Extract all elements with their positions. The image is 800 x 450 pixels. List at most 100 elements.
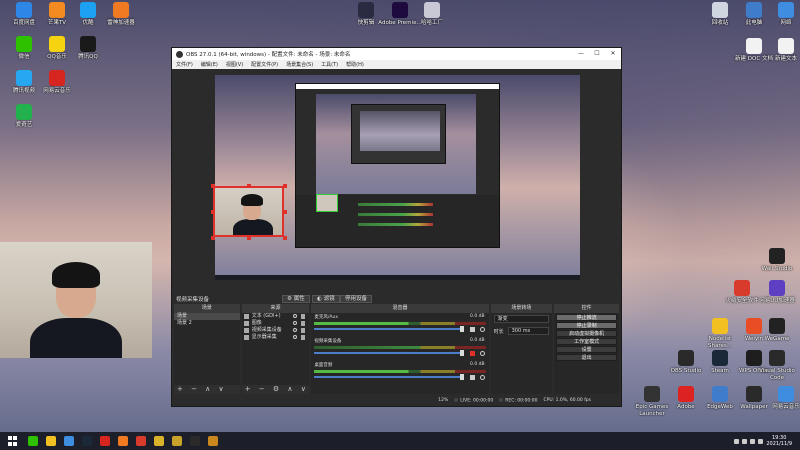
desktop-icon[interactable]: 网易云音乐 xyxy=(35,70,79,95)
selected-source-label: 视频采集设备 xyxy=(176,296,210,303)
eye-icon[interactable] xyxy=(293,321,298,325)
stop-streaming-button[interactable]: 停止推流 xyxy=(556,314,617,321)
desktop-icon[interactable]: Visual Studio Code xyxy=(755,350,799,382)
speaker-muted-icon[interactable] xyxy=(469,351,475,356)
transition-select[interactable]: 渐变 xyxy=(493,315,550,323)
duration-input[interactable]: 300 ms xyxy=(507,327,550,335)
menu-file[interactable]: 文件(F) xyxy=(176,61,193,68)
menu-scene-collection[interactable]: 场景集合(S) xyxy=(286,61,313,68)
tray-arrow-icon[interactable] xyxy=(734,438,740,444)
network-icon[interactable] xyxy=(742,438,748,444)
volume-slider[interactable] xyxy=(314,374,464,380)
desktop-icon[interactable]: 网易云音乐 xyxy=(764,386,800,411)
desktop-icon[interactable]: 网络 xyxy=(764,2,800,27)
menu-edit[interactable]: 编辑(E) xyxy=(201,61,218,68)
exit-button[interactable]: 退出 xyxy=(556,354,617,361)
wechat-taskbar-icon[interactable] xyxy=(28,436,38,446)
desktop-icon[interactable]: 哈哈工厂 xyxy=(410,2,454,27)
lock-icon[interactable] xyxy=(301,314,306,319)
cpu-status: CPU: 1.0%, 60.00 fps xyxy=(543,398,592,403)
app-icon xyxy=(49,70,65,86)
desktop-icon[interactable]: 新建文本 xyxy=(764,38,800,63)
menu-profile[interactable]: 配置文件(P) xyxy=(251,61,278,68)
app-icon xyxy=(80,2,96,18)
webcam-source-selected[interactable] xyxy=(213,186,284,237)
preview-canvas[interactable] xyxy=(215,75,580,280)
rec-status: REC: 00:00:00 xyxy=(499,397,538,403)
netease-taskbar-icon[interactable] xyxy=(100,436,110,446)
eye-icon[interactable] xyxy=(293,335,298,339)
speaker-icon[interactable] xyxy=(469,375,475,380)
app-icon xyxy=(769,318,785,334)
lock-icon[interactable] xyxy=(301,335,306,340)
app-icon xyxy=(424,2,440,18)
source-item[interactable]: 视频采集设备 xyxy=(242,327,310,334)
steam-taskbar-icon[interactable] xyxy=(82,436,92,446)
desktop-icon[interactable]: Wall Studio xyxy=(755,248,799,273)
app-icon xyxy=(769,350,785,366)
edge-taskbar-icon[interactable] xyxy=(64,436,74,446)
menu-tools[interactable]: 工具(T) xyxy=(321,61,338,68)
mixer-channel: 桌面音频 0.0 dB xyxy=(311,361,488,385)
scenes-toolbar[interactable]: + − ∧ ∨ xyxy=(174,385,240,394)
desktop-icon[interactable]: 雷神加速器 xyxy=(99,2,143,27)
speaker-icon[interactable] xyxy=(469,327,475,332)
gear-icon[interactable] xyxy=(479,375,485,380)
desktop-icon-label: Visual Studio Code xyxy=(759,368,795,381)
ime-icon[interactable] xyxy=(758,438,764,444)
sources-toolbar[interactable]: + − ⚙ ∧ ∨ xyxy=(241,385,310,394)
close-button[interactable]: ✕ xyxy=(605,48,621,60)
desktop-icon[interactable]: 网易UU加速器 xyxy=(755,280,799,305)
menu-view[interactable]: 视图(V) xyxy=(226,61,243,68)
maximize-button[interactable]: ☐ xyxy=(589,48,605,60)
app-icon xyxy=(16,104,32,120)
stop-recording-button[interactable]: 停止录制 xyxy=(556,322,617,329)
desktop-icon[interactable]: 腾讯QQ xyxy=(66,36,110,61)
obs-taskbar-icon[interactable] xyxy=(190,436,200,446)
minimize-button[interactable]: — xyxy=(573,48,589,60)
settings-button[interactable]: 设置 xyxy=(556,346,617,353)
dock-panels: 场景 场景 场景 2 + − ∧ ∨ 来源 文本 (GDI+) 图像 视频采集设… xyxy=(172,304,621,394)
menu-help[interactable]: 帮助(H) xyxy=(346,61,364,68)
source-item[interactable]: 显示器采集 xyxy=(242,334,310,341)
app-icon xyxy=(778,386,794,402)
gear-icon[interactable] xyxy=(479,327,485,332)
studio-mode-button[interactable]: 工作室模式 xyxy=(556,338,617,345)
source-item[interactable]: 图像 xyxy=(242,320,310,327)
volume-slider[interactable] xyxy=(314,326,464,332)
desktop-icon[interactable]: 爱奇艺 xyxy=(2,104,46,129)
volume-slider[interactable] xyxy=(314,350,464,356)
gear-icon[interactable] xyxy=(479,351,485,356)
desktop-icon-label: 雷神加速器 xyxy=(107,20,135,26)
app-icon xyxy=(712,350,728,366)
desktop-icon-label: 网易云音乐 xyxy=(772,404,800,410)
lock-icon[interactable] xyxy=(301,328,306,333)
virtual-camera-button[interactable]: 启动虚拟摄像机 xyxy=(556,330,617,337)
lightning-taskbar-icon[interactable] xyxy=(118,436,128,446)
app-icon xyxy=(769,280,785,296)
eye-icon[interactable] xyxy=(293,328,298,332)
scene-item[interactable]: 场景 2 xyxy=(174,320,240,327)
app-icon xyxy=(678,350,694,366)
volume-meter xyxy=(314,370,486,373)
transitions-header: 场景转场 xyxy=(490,304,553,313)
duration-label: 时长 xyxy=(493,328,504,335)
volume-icon[interactable] xyxy=(750,438,756,444)
clock[interactable]: 19:30 2021/11/9 xyxy=(766,435,792,447)
wps-taskbar-icon[interactable] xyxy=(136,436,146,446)
filters-button[interactable]: ◐ 滤镜 xyxy=(312,294,340,303)
lock-icon[interactable] xyxy=(301,321,306,326)
mixer-channel: 视频采集设备 0.0 dB xyxy=(311,337,488,361)
folder-taskbar-icon[interactable] xyxy=(46,436,56,446)
eye-icon[interactable] xyxy=(293,314,298,318)
properties-button[interactable]: ⚙ 属性 xyxy=(282,294,310,303)
deactivate-button[interactable]: 停用设备 xyxy=(340,294,373,303)
tools-taskbar-icon[interactable] xyxy=(172,436,182,446)
scene-item[interactable]: 场景 xyxy=(174,313,240,320)
weiyin-taskbar-icon[interactable] xyxy=(154,436,164,446)
source-item[interactable]: 文本 (GDI+) xyxy=(242,313,310,320)
epic-taskbar-icon[interactable] xyxy=(208,436,218,446)
start-button[interactable] xyxy=(8,436,18,446)
desktop-icon[interactable]: WeGame xyxy=(755,318,799,343)
dropped-frames: 12% xyxy=(438,398,449,403)
